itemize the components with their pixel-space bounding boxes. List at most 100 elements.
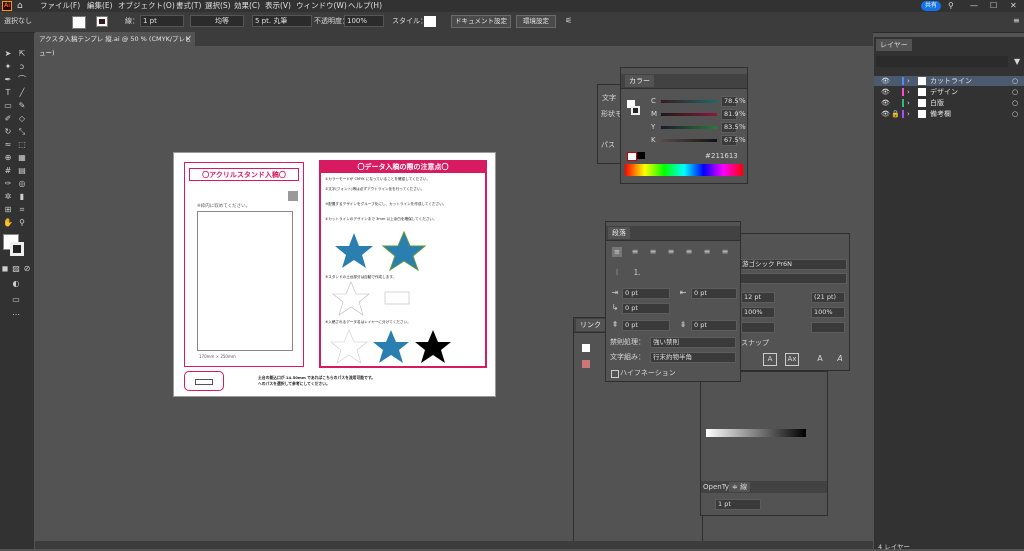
align-left-icon[interactable]: ≡ (612, 247, 622, 257)
mesh-tool-icon[interactable]: # (3, 166, 13, 176)
vertical-scale-input[interactable]: 100% (741, 307, 775, 318)
symbol-sprayer-icon[interactable]: ✲ (3, 192, 13, 202)
artboard[interactable]: 〇アクリルスタンド入稿〇 ※枠内に収めてください。 170mm × 250mm … (173, 152, 496, 397)
link-thumb-1[interactable] (582, 344, 590, 352)
minimize-icon[interactable]: — (970, 0, 978, 12)
pen-tool-icon[interactable]: ✒ (3, 75, 13, 85)
layers-search[interactable] (876, 56, 1008, 67)
menu-select[interactable]: 選択(S) (205, 0, 231, 12)
layer-target-icon[interactable]: ○ (1012, 76, 1018, 86)
direct-selection-tool-icon[interactable]: ⇱ (17, 49, 27, 59)
zoom-tool-icon[interactable]: ⚲ (17, 218, 27, 228)
preferences-button[interactable]: 環境設定 (516, 15, 556, 28)
stroke-color-swatch[interactable] (10, 242, 24, 256)
color-mode-icon[interactable]: ◼ (0, 264, 10, 274)
glyph-a-icon[interactable]: A (763, 353, 777, 366)
column-graph-icon[interactable]: ▮ (17, 192, 27, 202)
brush-select[interactable]: 5 pt. 丸筆 (252, 15, 312, 27)
align-right-icon[interactable]: ≡ (648, 247, 658, 257)
visibility-eye-icon[interactable]: 👁 (881, 98, 890, 108)
glyph-ax-icon[interactable]: Ax (785, 353, 799, 366)
menu-file[interactable]: ファイル(F) (40, 0, 80, 12)
italic-a-icon[interactable]: A (815, 353, 825, 364)
paragraph-tab[interactable]: 段落 (608, 227, 630, 239)
arrange-icon[interactable]: ⚟ (565, 16, 572, 25)
shape-builder-icon[interactable]: ⊕ (3, 153, 13, 163)
tracking-input[interactable] (741, 322, 775, 333)
document-tab[interactable]: アクスタ入稿テンプレ 縦.ai @ 50 % (CMYK/プレビュー) ✕ (35, 32, 195, 57)
screen-mode-icon[interactable]: ▭ (11, 295, 21, 305)
stroke-width-input[interactable]: 1 pt (715, 499, 761, 510)
stroke-tab[interactable]: ≑ 線 (729, 482, 751, 492)
space-after-icon[interactable]: ⇟ (678, 320, 688, 330)
panel-menu-icon[interactable]: ≡ (1013, 16, 1020, 25)
selection-tool-icon[interactable]: ➤ (3, 49, 13, 59)
menu-edit[interactable]: 編集(E) (87, 0, 113, 12)
text-panel-title[interactable]: 文字 (602, 93, 616, 103)
maximize-icon[interactable]: ☐ (990, 0, 997, 12)
layer-row-design[interactable]: 👁 › デザイン ○ (874, 87, 1024, 97)
opacity-input[interactable]: 100% (344, 15, 384, 27)
eraser-tool-icon[interactable]: ◇ (17, 114, 27, 124)
justify-right-icon[interactable]: ≡ (702, 247, 712, 257)
channel-k-slider[interactable] (661, 139, 717, 142)
layer-target-icon[interactable]: ○ (1012, 109, 1018, 119)
menu-effect[interactable]: 効果(C) (234, 0, 260, 12)
channel-y-value[interactable]: 83.5 (721, 122, 738, 133)
gradient-bar[interactable] (706, 429, 806, 437)
visibility-eye-icon[interactable]: 👁 (881, 109, 890, 119)
justify-left-icon[interactable]: ≡ (666, 247, 676, 257)
font-family-select[interactable]: 游ゴシック Pr6N (739, 259, 847, 270)
kinsoku-select[interactable]: 強い禁則 (650, 337, 736, 348)
space-after-input[interactable]: 0 pt (691, 320, 737, 331)
none-swatch[interactable] (627, 152, 637, 161)
horizontal-scale-input[interactable]: 100% (811, 307, 845, 318)
document-settings-button[interactable]: ドキュメント設定 (451, 15, 511, 28)
eyedropper-icon[interactable]: ✑ (3, 179, 13, 189)
gradient-tool-icon[interactable]: ▤ (17, 166, 27, 176)
line-tool-icon[interactable]: ╱ (17, 88, 27, 98)
hyphenation-checkbox[interactable] (611, 370, 619, 378)
first-line-input[interactable]: 0 pt (622, 303, 670, 314)
links-tab[interactable]: リンク (576, 319, 605, 331)
tab-close-icon[interactable]: ✕ (186, 32, 191, 46)
shaper-tool-icon[interactable]: ✐ (3, 114, 13, 124)
menu-object[interactable]: オブジェクト(O) (118, 0, 175, 12)
more-tools-icon[interactable]: ⋯ (11, 310, 21, 320)
lasso-icon[interactable]: ↄ (17, 62, 27, 72)
hand-tool-icon[interactable]: ✋ (3, 218, 13, 228)
layer-row-cutline[interactable]: 👁 › カットライン ○ (874, 76, 1024, 86)
justify-all-icon[interactable]: ≡ (720, 247, 730, 257)
visibility-eye-icon[interactable]: 👁 (881, 76, 890, 86)
color-panel-tab[interactable]: カラー (625, 75, 654, 87)
italic-a2-icon[interactable]: A (835, 353, 845, 364)
first-line-icon[interactable]: ↳ (610, 303, 620, 313)
justify-center-icon[interactable]: ≡ (684, 247, 694, 257)
menu-type[interactable]: 書式(T) (176, 0, 201, 12)
layer-row-notes[interactable]: 👁 🔒 › 備考欄 ○ (874, 109, 1024, 119)
menu-window[interactable]: ウィンドウ(W) (296, 0, 347, 12)
menu-view[interactable]: 表示(V) (265, 0, 291, 12)
stroke-weight-input[interactable]: 1 pt (140, 15, 184, 27)
home-icon[interactable]: ⌂ (17, 1, 27, 11)
align-center-icon[interactable]: ≡ (630, 247, 640, 257)
color-spectrum[interactable] (625, 164, 743, 176)
layers-filter-icon[interactable]: ▼ (1014, 57, 1020, 66)
style-swatch[interactable] (424, 16, 436, 27)
lock-icon[interactable]: 🔒 (891, 109, 900, 119)
right-indent-input[interactable]: 0 pt (691, 288, 737, 299)
scale-tool-icon[interactable]: ⤡ (17, 127, 27, 137)
perspective-grid-icon[interactable]: ▦ (17, 153, 27, 163)
kerning-input[interactable] (811, 322, 845, 333)
channel-m-slider[interactable] (661, 113, 717, 116)
channel-c-value[interactable]: 78.5 (721, 96, 738, 107)
rectangle-tool-icon[interactable]: ▭ (3, 101, 13, 111)
close-icon[interactable]: ✕ (1010, 0, 1017, 12)
mojikumi-select[interactable]: 行末約物半角 (650, 352, 736, 363)
link-thumb-2[interactable] (582, 360, 590, 368)
space-before-icon[interactable]: ⇞ (610, 320, 620, 330)
leading-input[interactable]: (21 pt) (811, 292, 845, 303)
share-button[interactable]: 共有 (921, 1, 941, 11)
channel-m-value[interactable]: 81.9 (721, 109, 738, 120)
fill-swatch[interactable] (72, 16, 86, 29)
